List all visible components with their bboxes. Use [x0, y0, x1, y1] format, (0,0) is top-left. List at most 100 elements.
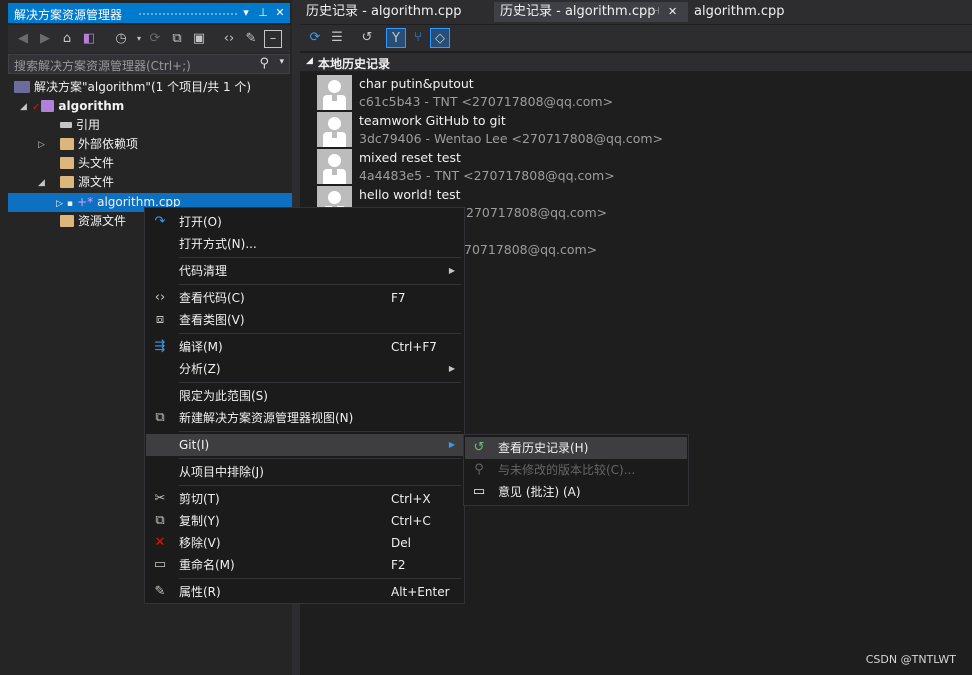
- commit-meta: 70717808@qq.com>: [464, 242, 598, 257]
- search-input[interactable]: 搜索解决方案资源管理器(Ctrl+;): [14, 57, 191, 74]
- tree-source-files[interactable]: 源文件: [60, 173, 114, 192]
- wrench-icon: ✎: [154, 584, 166, 599]
- submenu-arrow-icon: ▶: [448, 440, 455, 449]
- tree-header-files[interactable]: 头文件: [60, 154, 114, 173]
- menu-item-remove[interactable]: ✕ 移除(V) Del: [146, 532, 463, 554]
- tab-history-1[interactable]: 历史记录 - algorithm.cpp: [300, 2, 488, 22]
- search-options-icon[interactable]: ▾: [279, 57, 284, 67]
- tree-header-files-label: 头文件: [78, 156, 115, 170]
- menu-separator: [179, 485, 461, 486]
- history-section-header[interactable]: ◢ 本地历史记录: [300, 53, 972, 71]
- graph-view-icon[interactable]: Y: [386, 28, 406, 48]
- compile-icon: ⇶: [154, 339, 166, 354]
- show-all-files-icon[interactable]: ▣: [190, 30, 208, 48]
- menu-label: 编译(M): [179, 340, 223, 354]
- dropdown-icon[interactable]: ▾: [238, 5, 254, 21]
- solution-explorer-titlebar: 解决方案资源管理器 ▾ ⊥ ✕: [8, 3, 290, 23]
- submenu-item-view-history[interactable]: ↺ 查看历史记录(H): [465, 437, 687, 459]
- forward-icon[interactable]: ▶: [36, 30, 54, 48]
- folder-icon: [60, 176, 74, 188]
- menu-separator: [179, 333, 461, 334]
- menu-item-git[interactable]: Git(I) ▶: [146, 434, 463, 456]
- document-tabs: 历史记录 - algorithm.cpp 历史记录 - algorithm.cp…: [300, 0, 972, 24]
- tag-icon[interactable]: ◇: [430, 28, 450, 48]
- history-icon[interactable]: ↺: [357, 28, 377, 48]
- menu-item-compile[interactable]: ⇶ 编译(M) Ctrl+F7: [146, 336, 463, 358]
- menu-label: 分析(Z): [179, 362, 221, 376]
- tree-project[interactable]: ✓ algorithm: [32, 97, 124, 116]
- menu-item-code-cleanup[interactable]: 代码清理 ▶: [146, 260, 463, 282]
- context-menu: ↷ 打开(O) 打开方式(N)... 代码清理 ▶ ‹› 查看代码(C) F7 ⧈ 查看类…: [144, 207, 465, 604]
- tree-external-deps[interactable]: 外部依赖项: [60, 135, 138, 154]
- menu-label: 复制(Y): [179, 514, 220, 528]
- refresh-icon[interactable]: ⟳: [305, 28, 325, 48]
- expand-arrow-icon[interactable]: ▷: [38, 140, 45, 150]
- switch-views-icon[interactable]: ◧: [80, 30, 98, 48]
- scissors-icon: ✂: [154, 491, 166, 506]
- menu-item-copy[interactable]: ⧉ 复制(Y) Ctrl+C: [146, 510, 463, 532]
- submenu-item-blame[interactable]: ▭ 意见 (批注) (A): [465, 481, 687, 503]
- tab-algorithm-cpp[interactable]: algorithm.cpp: [688, 2, 788, 22]
- menu-label: 打开方式(N)...: [179, 237, 257, 251]
- close-icon[interactable]: ✕: [272, 5, 288, 21]
- expand-arrow-icon[interactable]: ▷: [56, 199, 63, 209]
- menu-item-properties[interactable]: ✎ 属性(R) Alt+Enter: [146, 581, 463, 603]
- collapse-all-icon[interactable]: ⧉: [168, 30, 186, 48]
- code-icon[interactable]: ‹›: [220, 30, 238, 48]
- collapse-arrow-icon[interactable]: ◢: [20, 102, 27, 112]
- class-diagram-icon: ⧈: [155, 312, 165, 327]
- menu-item-analyze[interactable]: 分析(Z) ▶: [146, 358, 463, 380]
- menu-item-rename[interactable]: ▭ 重命名(M) F2: [146, 554, 463, 576]
- tree-resource-files[interactable]: 资源文件: [60, 212, 126, 231]
- commit-meta: 270717808@qq.com>: [466, 205, 608, 220]
- pin-icon[interactable]: ⊣: [651, 2, 660, 22]
- list-view-icon[interactable]: ☰: [327, 28, 347, 48]
- commit-message: teamwork GitHub to git: [359, 113, 506, 128]
- pending-changes-icon[interactable]: ◷: [112, 30, 130, 48]
- tab-label: 历史记录 - algorithm.cpp: [500, 4, 656, 19]
- close-icon[interactable]: ✕: [668, 2, 677, 22]
- menu-item-exclude[interactable]: 从项目中排除(J): [146, 461, 463, 483]
- menu-item-scope-to-this[interactable]: 限定为此范围(S): [146, 385, 463, 407]
- collapse-arrow-icon[interactable]: ◢: [306, 56, 313, 66]
- folder-icon: [60, 215, 74, 227]
- tree-solution-label: 解决方案"algorithm"(1 个项目/共 1 个): [34, 80, 252, 94]
- wrench-icon[interactable]: ✎: [242, 30, 260, 48]
- collapse-arrow-icon[interactable]: ◢: [38, 178, 45, 188]
- tree-solution[interactable]: 解决方案"algorithm"(1 个项目/共 1 个): [14, 78, 251, 97]
- copy-icon: ⧉: [155, 513, 165, 528]
- commit-item[interactable]: char putin&putout c61c5b43 - TNT <270717…: [317, 74, 972, 111]
- menu-separator: [179, 284, 461, 285]
- sync-icon[interactable]: ⟳: [146, 30, 164, 48]
- menu-item-cut[interactable]: ✂ 剪切(T) Ctrl+X: [146, 488, 463, 510]
- search-icon[interactable]: ⚲: [259, 56, 269, 71]
- commit-item[interactable]: teamwork GitHub to git 3dc79406 - Wentao…: [317, 111, 972, 148]
- menu-item-open-with[interactable]: 打开方式(N)...: [146, 233, 463, 255]
- commit-item[interactable]: mixed reset test 4a4483e5 - TNT <2707178…: [317, 148, 972, 185]
- panel-title: 解决方案资源管理器: [14, 8, 123, 22]
- compare-icon: ⚲: [474, 462, 484, 477]
- menu-shortcut: Ctrl+X: [391, 492, 431, 506]
- commit-meta: 4a4483e5 - TNT <270717808@qq.com>: [359, 168, 615, 183]
- menu-item-open[interactable]: ↷ 打开(O): [146, 211, 463, 233]
- solution-explorer-toolbar: ◀ ▶ ⌂ ◧ ◷ ▾ ⟳ ⧉ ▣ ‹› ✎ –: [8, 25, 290, 53]
- pin-icon[interactable]: ⊥: [255, 5, 271, 21]
- search-box[interactable]: 搜索解决方案资源管理器(Ctrl+;) ⚲ ▾: [8, 54, 290, 74]
- submenu-item-compare-unmodified[interactable]: ⚲ 与未修改的版本比较(C)...: [465, 459, 687, 481]
- menu-item-view-class-diagram[interactable]: ⧈ 查看类图(V): [146, 309, 463, 331]
- menu-separator: [179, 382, 461, 383]
- menu-label: 新建解决方案资源管理器视图(N): [179, 411, 354, 425]
- rename-icon: ▭: [153, 557, 167, 572]
- new-view-icon: ⧉: [155, 410, 165, 425]
- menu-label: 查看历史记录(H): [498, 441, 589, 455]
- tree-references[interactable]: 引用: [60, 116, 100, 135]
- home-icon[interactable]: ⌂: [58, 30, 76, 48]
- preview-icon[interactable]: –: [264, 30, 282, 48]
- branch-icon[interactable]: ⑂: [408, 28, 428, 48]
- menu-item-view-code[interactable]: ‹› 查看代码(C) F7: [146, 287, 463, 309]
- open-icon: ↷: [154, 214, 166, 229]
- history-toolbar: ⟳ ☰ ↺ Y ⑂ ◇: [300, 25, 972, 51]
- menu-item-new-explorer-view[interactable]: ⧉ 新建解决方案资源管理器视图(N): [146, 407, 463, 429]
- tab-history-2[interactable]: 历史记录 - algorithm.cpp ⊣ ✕: [494, 2, 688, 22]
- back-icon[interactable]: ◀: [14, 30, 32, 48]
